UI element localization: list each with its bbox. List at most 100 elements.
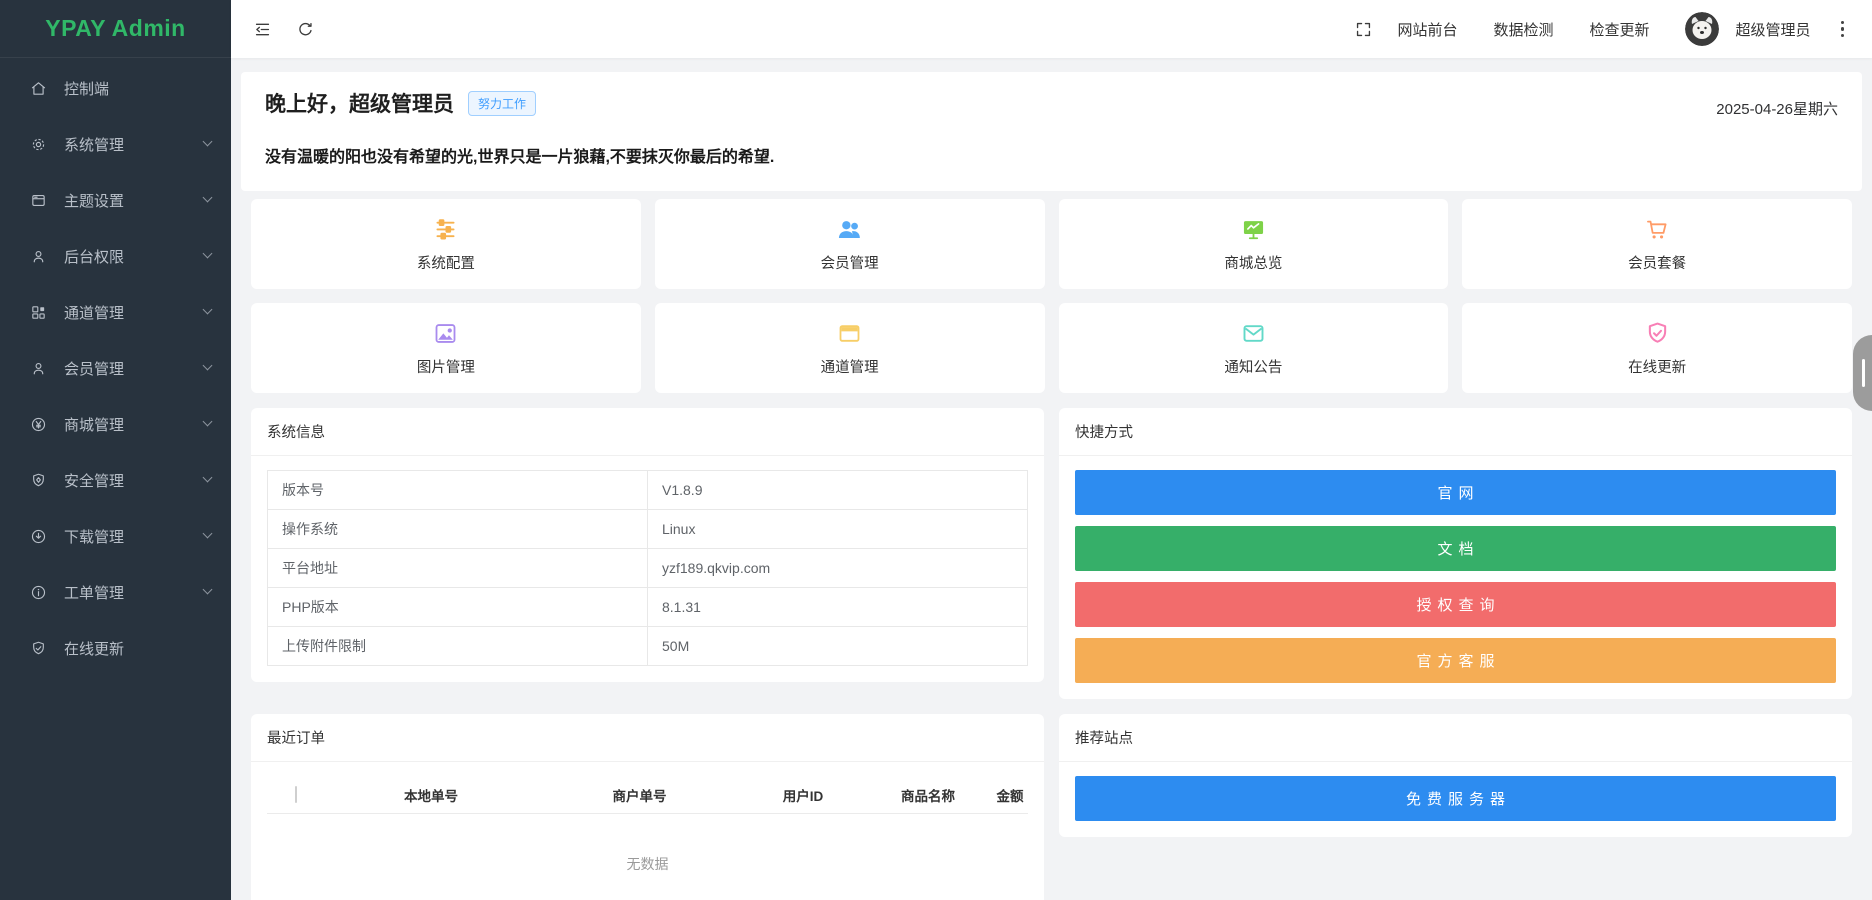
orders-column-header: 本地单号 <box>404 788 458 804</box>
system-info-row: PHP版本 8.1.31 <box>267 587 1028 627</box>
sidebar: YPAY Admin 控制端 系统管理 主题设置 后台权限 通道管理 会员管理 … <box>0 0 231 900</box>
sidebar-item-label: 后台权限 <box>64 248 125 266</box>
shortcut-card[interactable]: 通道管理 <box>654 303 1045 393</box>
system-info-panel: 系统信息 版本号 V1.8.9 操作系统 Linux 平台地址 yzf189.q… <box>251 408 1044 682</box>
shortcut-card[interactable]: 在线更新 <box>1462 303 1852 393</box>
sidebar-item-label: 会员管理 <box>64 360 125 378</box>
shortcut-card-label: 商城总览 <box>1224 255 1283 272</box>
sidebar-item-icon <box>30 248 47 265</box>
sidebar-item[interactable]: 主题设置 <box>0 172 231 228</box>
fullscreen-icon[interactable] <box>1354 20 1373 39</box>
system-info-row: 平台地址 yzf189.qkvip.com <box>267 548 1028 588</box>
sidebar-item-icon <box>30 416 47 433</box>
orders-column-header: 商户单号 <box>612 788 667 804</box>
quick-links-body: 官网文档授权查询官方客服 <box>1059 456 1852 699</box>
collapse-sidebar-icon[interactable] <box>253 20 272 39</box>
shortcut-card-label: 通道管理 <box>820 359 879 376</box>
shortcut-card[interactable]: 会员套餐 <box>1462 199 1852 289</box>
sidebar-item[interactable]: 工单管理 <box>0 564 231 620</box>
system-info-value: V1.8.9 <box>647 470 1028 510</box>
shortcut-card-icon <box>1644 320 1671 347</box>
recent-orders-panel: 最近订单 本地单号 商户单号 用户ID 商品名称 金额 无数据 <box>251 714 1044 900</box>
current-date: 2025-04-26星期六 <box>1716 101 1838 118</box>
more-menu-icon[interactable] <box>1835 17 1851 42</box>
sidebar-item[interactable]: 商城管理 <box>0 396 231 452</box>
recent-orders-title: 最近订单 <box>251 714 1044 762</box>
sidebar-item-icon <box>30 360 47 377</box>
orders-checkbox-cell <box>267 786 325 803</box>
sidebar-item-icon <box>30 584 47 601</box>
sidebar-item-label: 工单管理 <box>64 584 125 602</box>
topbar-link[interactable]: 检查更新 <box>1589 19 1649 40</box>
system-info-label: PHP版本 <box>267 587 648 627</box>
shortcut-card[interactable]: 商城总览 <box>1058 199 1449 289</box>
system-info-rows: 版本号 V1.8.9 操作系统 Linux 平台地址 yzf189.qkvip.… <box>267 470 1028 666</box>
sidebar-item[interactable]: 在线更新 <box>0 620 231 676</box>
system-info-table: 版本号 V1.8.9 操作系统 Linux 平台地址 yzf189.qkvip.… <box>267 470 1028 666</box>
edge-panel-handle[interactable] <box>1853 335 1872 411</box>
sidebar-item[interactable]: 安全管理 <box>0 452 231 508</box>
shortcut-card-label: 在线更新 <box>1628 359 1687 376</box>
recommended-panel: 推荐站点 免费服务器 <box>1059 714 1852 837</box>
avatar[interactable] <box>1685 12 1719 46</box>
main-column: 网站前台 数据检测 检查更新 超级管理员 晚上好，超级管理员 努力工作 没有温暖的阳… <box>231 0 1872 900</box>
daily-quote: 没有温暖的阳也没有希望的光,世界只是一片狼藉,不要抹灭你最后的希望. <box>265 149 775 166</box>
shortcut-card[interactable]: 会员管理 <box>654 199 1045 289</box>
topbar-link[interactable]: 网站前台 <box>1397 19 1457 40</box>
sidebar-item[interactable]: 后台权限 <box>0 228 231 284</box>
shortcut-card-icon <box>432 216 459 243</box>
system-info-value: 50M <box>647 626 1028 666</box>
shortcut-card[interactable]: 图片管理 <box>251 303 641 393</box>
system-info-value: yzf189.qkvip.com <box>647 548 1028 588</box>
quick-links-panel: 快捷方式 官网 文档 授权查询 官方客服 <box>1059 408 1852 699</box>
greeting-title-row: 晚上好，超级管理员 努力工作 <box>265 88 774 118</box>
quick-link-button[interactable]: 官网 <box>1075 470 1836 515</box>
greeting-title: 晚上好，超级管理员 <box>265 93 454 116</box>
chevron-down-icon <box>202 304 213 315</box>
quick-link-button[interactable]: 免费服务器 <box>1075 776 1836 821</box>
chevron-down-icon <box>202 192 213 203</box>
panels-row-2: 最近订单 本地单号 商户单号 用户ID 商品名称 金额 无数据 推荐站点 免费服… <box>251 714 1852 900</box>
greeting-card: 晚上好，超级管理员 努力工作 没有温暖的阳也没有希望的光,世界只是一片狼藉,不要… <box>241 72 1862 191</box>
username[interactable]: 超级管理员 <box>1735 19 1810 40</box>
quick-link-button[interactable]: 文档 <box>1075 526 1836 571</box>
app-root: YPAY Admin 控制端 系统管理 主题设置 后台权限 通道管理 会员管理 … <box>0 0 1872 900</box>
sidebar-item[interactable]: 系统管理 <box>0 116 231 172</box>
shortcut-card[interactable]: 系统配置 <box>251 199 641 289</box>
recent-orders-body: 本地单号 商户单号 用户ID 商品名称 金额 无数据 <box>251 762 1044 900</box>
system-info-label: 操作系统 <box>267 509 648 549</box>
chevron-down-icon <box>202 584 213 595</box>
orders-table-header: 本地单号 商户单号 用户ID 商品名称 金额 <box>267 776 1028 814</box>
refresh-icon[interactable] <box>296 20 315 39</box>
shortcut-card-icon <box>836 216 863 243</box>
select-all-checkbox[interactable] <box>295 786 297 803</box>
topbar-link[interactable]: 数据检测 <box>1493 19 1553 40</box>
sidebar-item-label: 下载管理 <box>64 528 125 546</box>
system-info-label: 平台地址 <box>267 548 648 588</box>
quick-link-button[interactable]: 授权查询 <box>1075 582 1836 627</box>
sidebar-item-label: 系统管理 <box>64 136 125 154</box>
topbar-links: 网站前台 数据检测 检查更新 <box>1397 19 1649 40</box>
panels-row-1: 系统信息 版本号 V1.8.9 操作系统 Linux 平台地址 yzf189.q… <box>251 408 1852 699</box>
sidebar-item[interactable]: 下载管理 <box>0 508 231 564</box>
chevron-down-icon <box>202 248 213 259</box>
recommended-body: 免费服务器 <box>1059 762 1852 837</box>
shortcut-card-icon <box>836 320 863 347</box>
sidebar-item[interactable]: 控制端 <box>0 60 231 116</box>
greeting-text-block: 晚上好，超级管理员 努力工作 没有温暖的阳也没有希望的光,世界只是一片狼藉,不要… <box>265 88 774 167</box>
chevron-down-icon <box>202 360 213 371</box>
sidebar-item[interactable]: 通道管理 <box>0 284 231 340</box>
sidebar-item[interactable]: 会员管理 <box>0 340 231 396</box>
sidebar-item-icon <box>30 528 47 545</box>
system-info-row: 上传附件限制 50M <box>267 626 1028 666</box>
sidebar-item-icon <box>30 304 47 321</box>
orders-column-header: 商品名称 <box>901 788 955 804</box>
chevron-down-icon <box>202 416 213 427</box>
shortcut-card[interactable]: 通知公告 <box>1058 303 1449 393</box>
work-badge: 努力工作 <box>468 90 537 116</box>
topbar: 网站前台 数据检测 检查更新 超级管理员 <box>231 0 1872 58</box>
quick-link-button[interactable]: 官方客服 <box>1075 638 1836 683</box>
system-info-label: 版本号 <box>267 470 648 510</box>
sidebar-item-label: 主题设置 <box>64 192 125 210</box>
page-body: 晚上好，超级管理员 努力工作 没有温暖的阳也没有希望的光,世界只是一片狼藉,不要… <box>231 58 1872 900</box>
